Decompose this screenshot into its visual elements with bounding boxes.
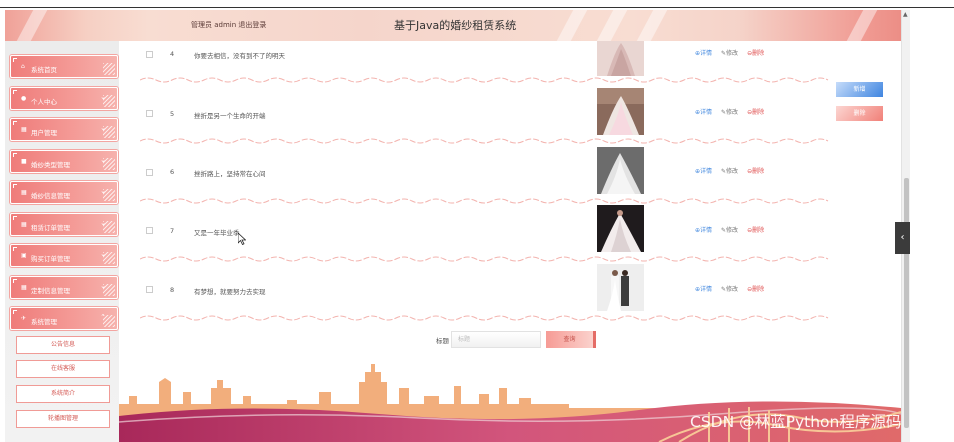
sidebar-item-system[interactable]: ✈ 系统管理 ⌃ bbox=[10, 307, 118, 330]
sidebar-item-dress-info[interactable]: ▦ 婚纱信息管理 ⌄ bbox=[10, 181, 118, 204]
row-checkbox[interactable] bbox=[146, 286, 153, 293]
sidebar-item-users[interactable]: ▦ 用户管理 ⌄ bbox=[10, 118, 118, 141]
scrollbar-thumb[interactable] bbox=[904, 178, 909, 428]
dress-photo bbox=[597, 205, 644, 252]
image-icon: ▣ bbox=[21, 252, 27, 259]
bulk-delete-button[interactable]: 删除 bbox=[836, 106, 883, 121]
delete-link[interactable]: ⊖删除 bbox=[747, 109, 764, 116]
sidebar-item-label: 系统管理 bbox=[31, 318, 57, 326]
sidebar-item-label: 婚纱信息管理 bbox=[31, 192, 70, 200]
edit-link[interactable]: ✎修改 bbox=[721, 168, 738, 175]
sidebar-item-label: 个人中心 bbox=[31, 98, 57, 106]
row-title: 你要去相信，没有到不了的明天 bbox=[194, 52, 285, 60]
dress-photo bbox=[597, 41, 644, 76]
row-divider bbox=[140, 256, 829, 262]
row-actions: ⊕详情 ✎修改 ⊖删除 bbox=[695, 48, 764, 57]
admin-user-info[interactable]: 管理员 admin 退出登录 bbox=[191, 20, 266, 30]
delete-link[interactable]: ⊖删除 bbox=[747, 168, 764, 175]
row-title: 又是一年毕业季 bbox=[194, 229, 240, 237]
sidebar-subitem-system-intro[interactable]: 系统简介 bbox=[16, 385, 110, 403]
grid-icon: ▦ bbox=[21, 189, 27, 196]
row-title: 挫折路上，坚持常在心间 bbox=[194, 170, 266, 178]
browser-top-edge bbox=[0, 0, 954, 10]
row-index: 4 bbox=[170, 50, 175, 58]
detail-link[interactable]: ⊕详情 bbox=[695, 286, 712, 293]
row-actions: ⊕详情 ✎修改 ⊖删除 bbox=[695, 284, 764, 293]
csdn-watermark: CSDN @林蓝Python程序源码 bbox=[690, 413, 902, 431]
row-divider bbox=[140, 315, 829, 321]
row-checkbox[interactable] bbox=[146, 110, 153, 117]
list-icon: ■ bbox=[21, 158, 27, 165]
row-checkbox[interactable] bbox=[146, 169, 153, 176]
sidebar-item-label: 用户管理 bbox=[31, 129, 57, 137]
person-icon: ● bbox=[21, 95, 27, 102]
delete-link[interactable]: ⊖删除 bbox=[747, 227, 764, 234]
edit-link[interactable]: ✎修改 bbox=[721, 286, 738, 293]
row-index: 5 bbox=[170, 110, 175, 118]
grid-icon: ▦ bbox=[21, 126, 27, 133]
sidebar: ⌂ 系统首页 ● 个人中心 ⌄ ▦ 用户管理 ⌄ ■ 婚纱类型管理 ⌄ ▦ 婚纱… bbox=[5, 41, 119, 442]
system-title: 基于Java的婚纱租赁系统 bbox=[394, 19, 517, 32]
sidebar-item-home[interactable]: ⌂ 系统首页 bbox=[10, 55, 118, 78]
row-divider bbox=[140, 77, 829, 83]
row-index: 6 bbox=[170, 168, 175, 176]
sidebar-item-profile[interactable]: ● 个人中心 ⌄ bbox=[10, 87, 118, 110]
row-divider bbox=[140, 138, 829, 144]
sidebar-item-label: 购买订单管理 bbox=[31, 255, 70, 263]
sidebar-item-label: 系统首页 bbox=[31, 66, 57, 74]
top-header: 管理员 admin 退出登录 基于Java的婚纱租赁系统 bbox=[5, 10, 901, 41]
sidebar-item-purchase-orders[interactable]: ▣ 购买订单管理 ⌄ bbox=[10, 244, 118, 267]
detail-link[interactable]: ⊕详情 bbox=[695, 50, 712, 57]
add-button[interactable]: 新增 bbox=[836, 82, 883, 97]
row-title: 挫折是另一个生命的开端 bbox=[194, 112, 266, 120]
detail-link[interactable]: ⊕详情 bbox=[695, 168, 712, 175]
grid-icon: ▦ bbox=[21, 284, 27, 291]
sidebar-item-dress-types[interactable]: ■ 婚纱类型管理 ⌄ bbox=[10, 150, 118, 173]
dress-photo bbox=[597, 88, 644, 135]
collapse-toggle-button[interactable]: ‹ bbox=[895, 222, 910, 254]
row-actions: ⊕详情 ✎修改 ⊖删除 bbox=[695, 107, 764, 116]
scroll-up-icon[interactable]: ▲ bbox=[903, 11, 908, 18]
sidebar-item-label: 租赁订单管理 bbox=[31, 224, 70, 232]
sidebar-item-rental-orders[interactable]: ▦ 租赁订单管理 ⌄ bbox=[10, 213, 118, 236]
edit-link[interactable]: ✎修改 bbox=[721, 109, 738, 116]
sidebar-subitem-online-service[interactable]: 在线客服 bbox=[16, 360, 110, 378]
edit-link[interactable]: ✎修改 bbox=[721, 50, 738, 57]
row-index: 8 bbox=[170, 286, 175, 294]
delete-link[interactable]: ⊖删除 bbox=[747, 50, 764, 57]
home-icon: ⌂ bbox=[21, 63, 25, 70]
row-divider bbox=[140, 198, 829, 204]
grid-icon: ▦ bbox=[21, 221, 27, 228]
row-actions: ⊕详情 ✎修改 ⊖删除 bbox=[695, 225, 764, 234]
row-checkbox[interactable] bbox=[146, 51, 153, 58]
search-button[interactable]: 查询 bbox=[546, 331, 596, 348]
mouse-cursor-icon bbox=[238, 233, 246, 245]
dress-photo bbox=[597, 264, 644, 311]
dress-photo bbox=[597, 147, 644, 194]
row-index: 7 bbox=[170, 227, 175, 235]
sidebar-subitem-carousel[interactable]: 轮播图管理 bbox=[16, 410, 110, 428]
sidebar-item-label: 定制信息管理 bbox=[31, 287, 70, 295]
row-checkbox[interactable] bbox=[146, 227, 153, 234]
sidebar-item-custom-info[interactable]: ▦ 定制信息管理 ⌄ bbox=[10, 276, 118, 299]
search-title-label: 标题 bbox=[436, 337, 449, 345]
row-title: 有梦想，就要努力去实现 bbox=[194, 288, 266, 296]
sidebar-subitem-announcements[interactable]: 公告信息 bbox=[16, 336, 110, 354]
row-actions: ⊕详情 ✎修改 ⊖删除 bbox=[695, 166, 764, 175]
plane-icon: ✈ bbox=[21, 315, 27, 322]
delete-link[interactable]: ⊖删除 bbox=[747, 286, 764, 293]
edit-link[interactable]: ✎修改 bbox=[721, 227, 738, 234]
detail-link[interactable]: ⊕详情 bbox=[695, 227, 712, 234]
sidebar-item-label: 婚纱类型管理 bbox=[31, 161, 70, 169]
search-title-input[interactable] bbox=[451, 331, 541, 348]
detail-link[interactable]: ⊕详情 bbox=[695, 109, 712, 116]
